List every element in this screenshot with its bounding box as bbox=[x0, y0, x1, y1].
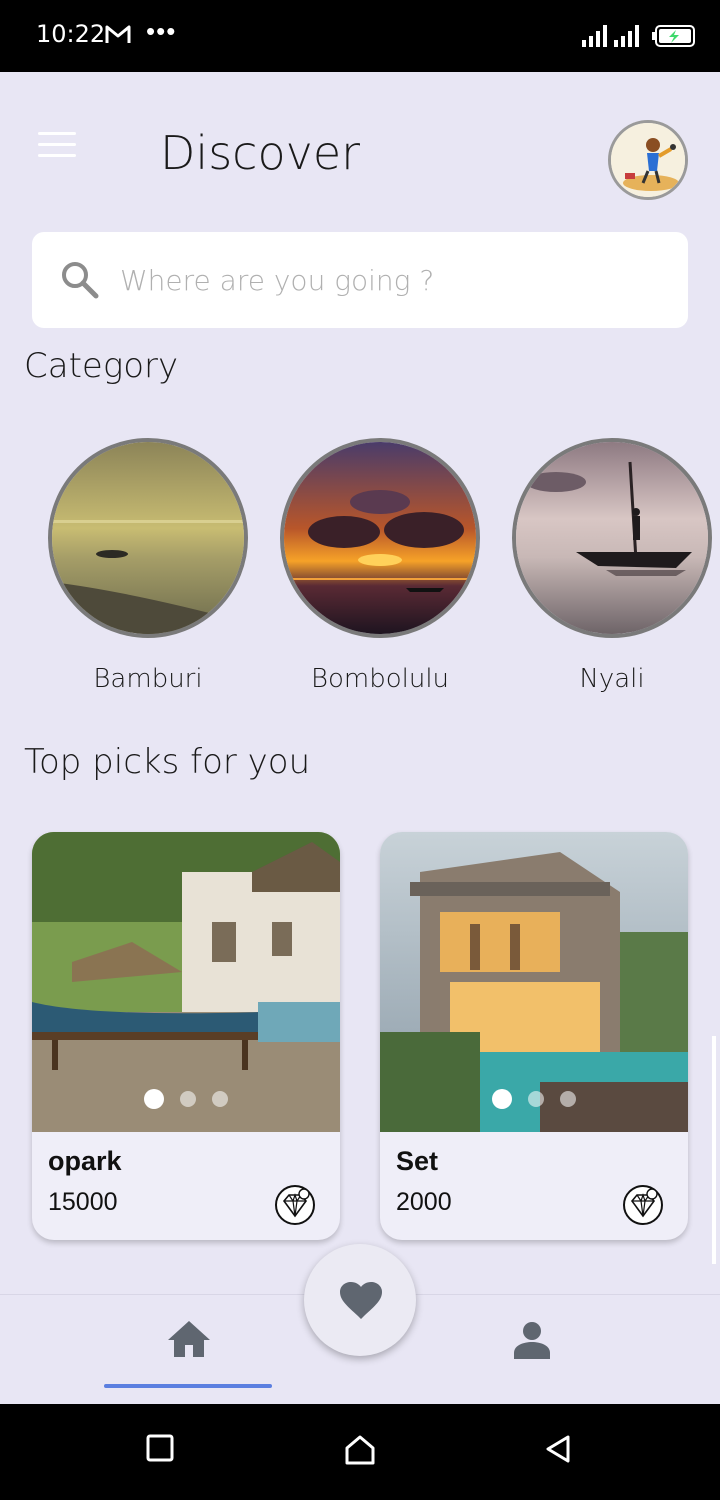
gmail-icon bbox=[105, 25, 131, 43]
pager-dot[interactable] bbox=[528, 1091, 544, 1107]
status-time: 10:22 bbox=[36, 20, 106, 48]
category-title: Category bbox=[24, 346, 179, 386]
search-box[interactable] bbox=[32, 232, 688, 328]
category-image bbox=[512, 438, 712, 638]
image-pager bbox=[380, 1089, 688, 1112]
image-pager bbox=[32, 1089, 340, 1112]
home-outline-icon[interactable] bbox=[344, 1434, 376, 1466]
category-item-bamburi[interactable]: Bamburi bbox=[48, 438, 248, 694]
listing-name: Set bbox=[396, 1146, 439, 1176]
listing-card-opark[interactable]: opark 15000 bbox=[32, 832, 340, 1240]
more-notifications: ••• bbox=[146, 16, 177, 46]
category-image bbox=[48, 438, 248, 638]
menu-icon[interactable] bbox=[38, 132, 76, 158]
category-label: Nyali bbox=[579, 664, 645, 694]
nav-home[interactable] bbox=[104, 1295, 272, 1391]
listing-name: opark bbox=[48, 1146, 122, 1176]
person-icon bbox=[514, 1322, 550, 1359]
listing-price: 15000 bbox=[48, 1188, 118, 1216]
category-image bbox=[280, 438, 480, 638]
favorites-button[interactable] bbox=[304, 1244, 416, 1356]
signal-icon bbox=[614, 25, 639, 47]
listing-price: 2000 bbox=[396, 1188, 452, 1216]
nav-profile[interactable] bbox=[490, 1313, 574, 1373]
search-input[interactable] bbox=[120, 258, 660, 302]
diamond-icon[interactable] bbox=[622, 1184, 664, 1226]
diamond-icon[interactable] bbox=[274, 1184, 316, 1226]
pager-dot[interactable] bbox=[560, 1091, 576, 1107]
listing-image[interactable] bbox=[32, 832, 340, 1132]
listing-image[interactable] bbox=[380, 832, 688, 1132]
listing-card-set[interactable]: Set 2000 bbox=[380, 832, 688, 1240]
signal-icon bbox=[582, 25, 607, 47]
scrollbar[interactable] bbox=[712, 1036, 716, 1264]
category-item-nyali[interactable]: Nyali bbox=[512, 438, 712, 694]
heart-icon bbox=[340, 1282, 382, 1319]
pager-dot[interactable] bbox=[180, 1091, 196, 1107]
top-picks-title: Top picks for you bbox=[24, 742, 311, 782]
home-icon bbox=[168, 1321, 210, 1357]
pager-dot[interactable] bbox=[212, 1091, 228, 1107]
page-title: Discover bbox=[160, 126, 361, 180]
avatar[interactable] bbox=[608, 120, 688, 200]
square-icon[interactable] bbox=[146, 1434, 174, 1462]
status-bar: 10:22 ••• bbox=[0, 0, 720, 72]
battery-charging-icon bbox=[652, 25, 695, 47]
system-nav bbox=[0, 1404, 720, 1500]
pager-dot-active[interactable] bbox=[492, 1089, 512, 1109]
category-item-bombolulu[interactable]: Bombolulu bbox=[280, 438, 480, 694]
search-icon bbox=[62, 262, 99, 299]
category-label: Bamburi bbox=[93, 664, 203, 694]
back-icon[interactable] bbox=[544, 1434, 572, 1464]
active-tab-indicator bbox=[104, 1384, 272, 1388]
pager-dot-active[interactable] bbox=[144, 1089, 164, 1109]
category-label: Bombolulu bbox=[310, 664, 450, 694]
